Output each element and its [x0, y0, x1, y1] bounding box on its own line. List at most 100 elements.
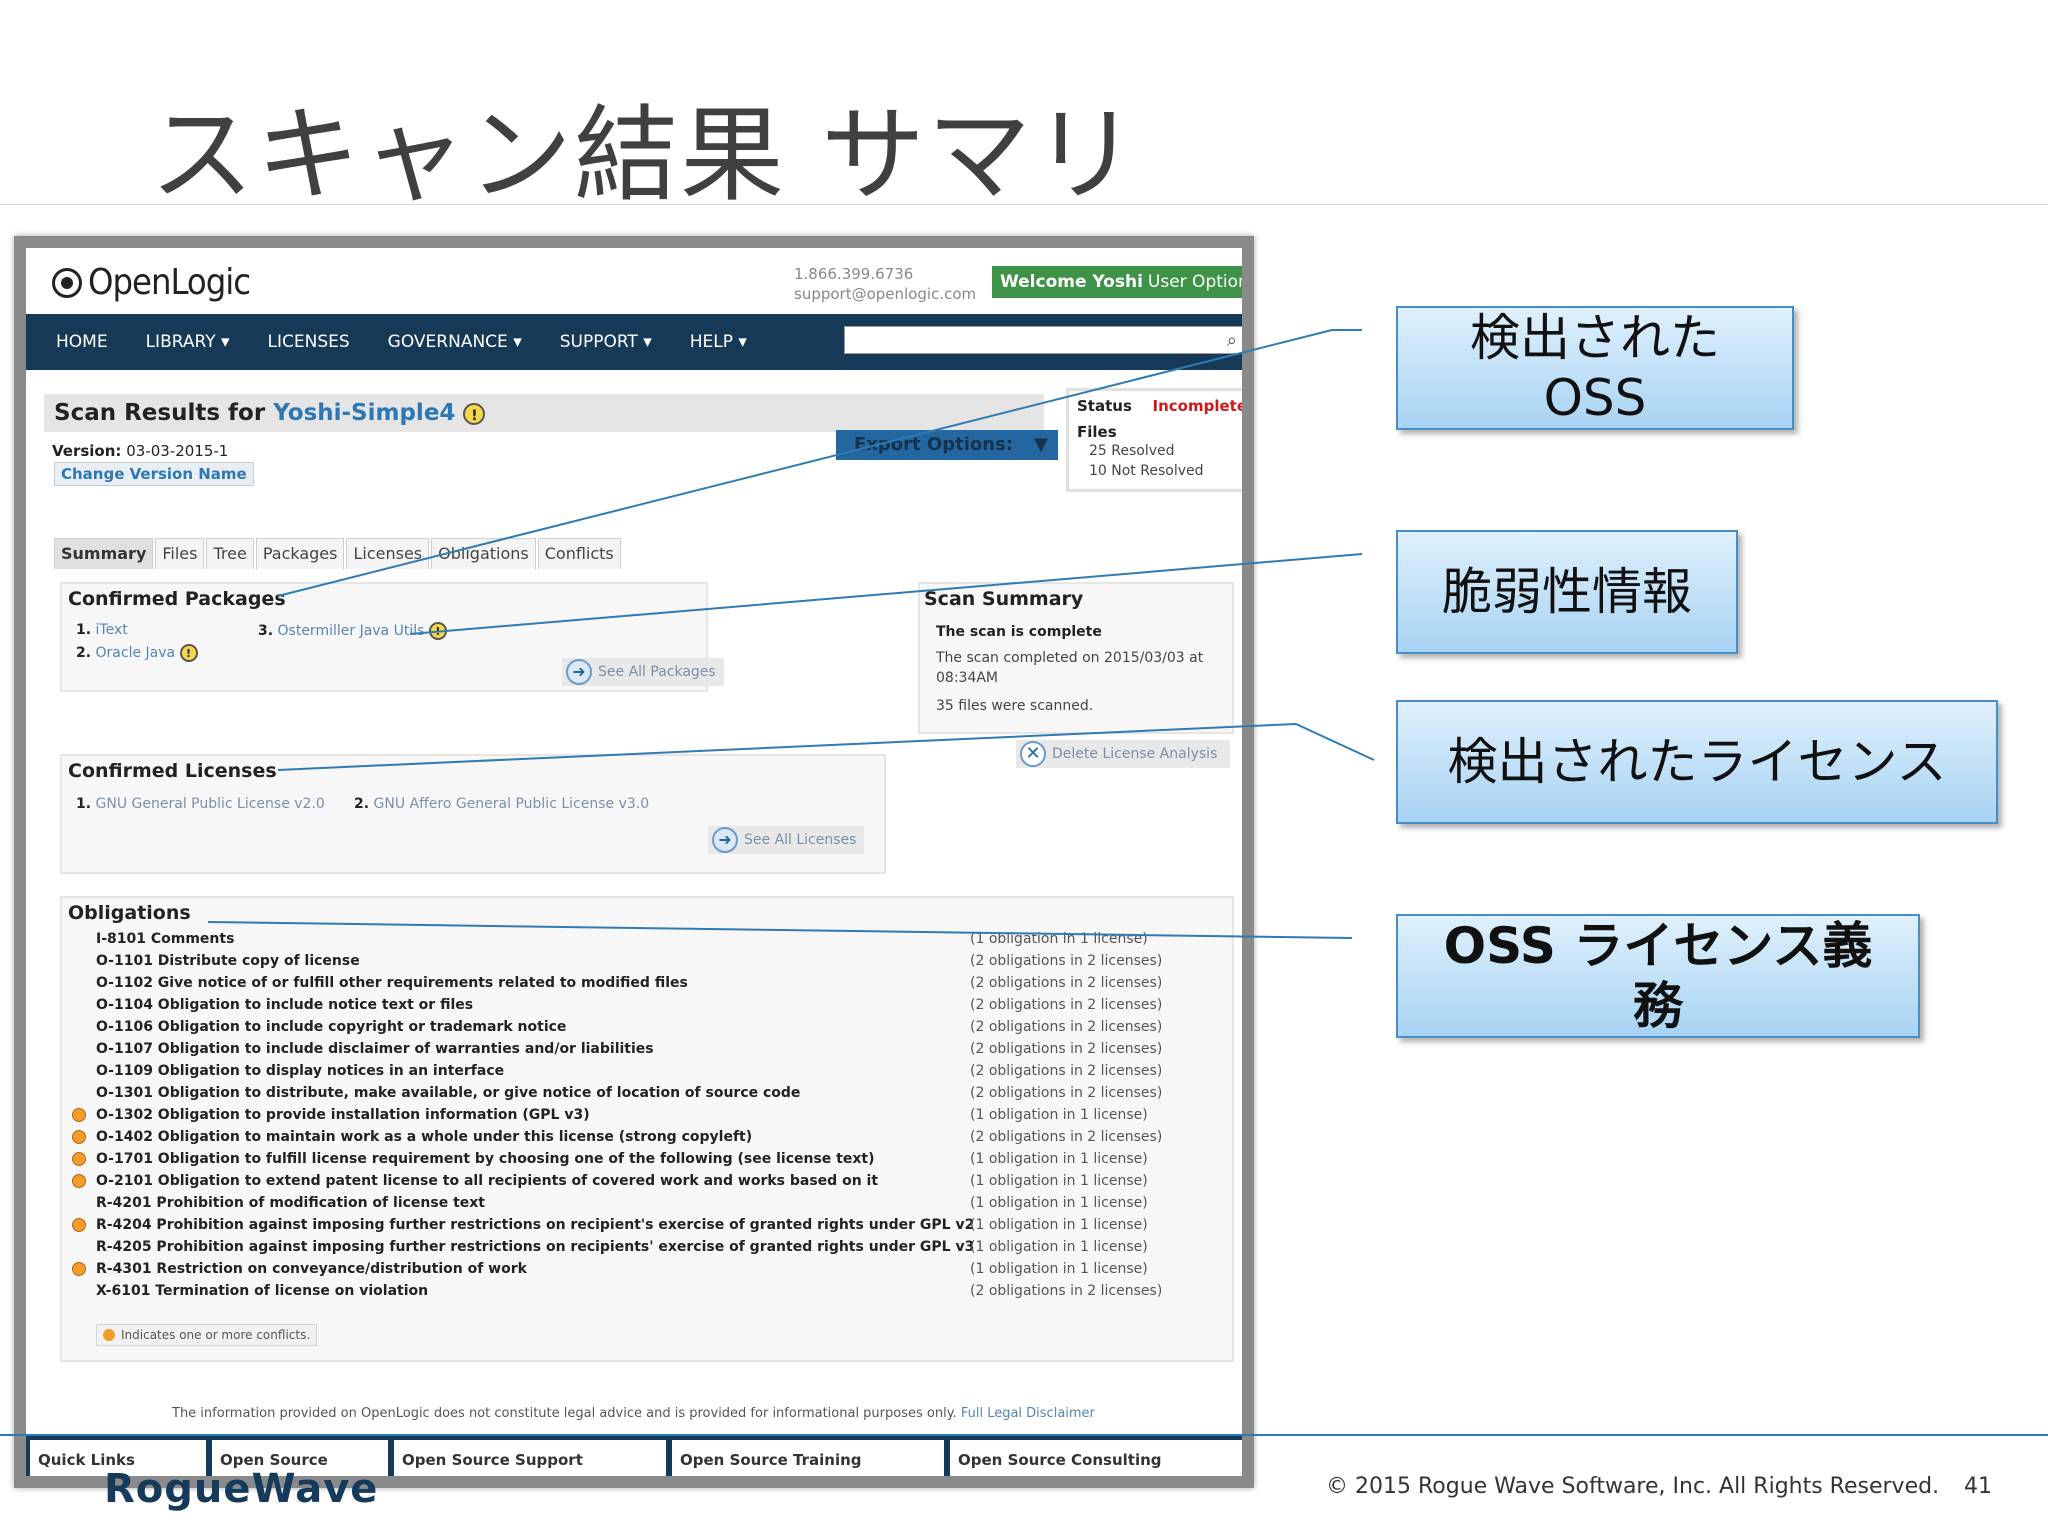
obligation-name[interactable]: O-1301 Obligation to distribute, make av… [96, 1082, 800, 1104]
obligation-row: X-6101 Termination of license on violati… [62, 1280, 1242, 1302]
obligation-count: (1 obligation in 1 license) [970, 1239, 1148, 1255]
footer-tab-open-source-training[interactable]: Open Source Training [672, 1440, 944, 1476]
obligation-row: O-1104 Obligation to include notice text… [62, 994, 1242, 1016]
support-email[interactable]: support@openlogic.com [794, 284, 976, 304]
nav-library[interactable]: LIBRARY ▾ [146, 332, 230, 352]
license-num: 2. [354, 796, 370, 812]
delete-license-analysis-button[interactable]: ✕ Delete License Analysis [1016, 740, 1230, 768]
scan-completed-line1: The scan completed on 2015/03/03 at [936, 650, 1204, 666]
scan-title-prefix: Scan Results for [54, 400, 266, 426]
obligation-count: (1 obligation in 1 license) [970, 1261, 1148, 1277]
obligation-row: O-1107 Obligation to include disclaimer … [62, 1038, 1242, 1060]
export-label: Export Options: [854, 434, 1013, 455]
obligation-name[interactable]: O-1701 Obligation to fulfill license req… [96, 1148, 874, 1170]
tab-files[interactable]: Files [155, 538, 205, 569]
openlogic-logo[interactable]: OpenLogic [52, 262, 251, 303]
tab-obligations[interactable]: Obligations [431, 538, 536, 569]
obligation-name[interactable]: O-1104 Obligation to include notice text… [96, 994, 473, 1016]
scan-completed-line2: 08:34AM [936, 670, 999, 686]
obligation-row: O-1302 Obligation to provide installatio… [62, 1104, 1242, 1126]
footer-tab-open-source-consulting[interactable]: Open Source Consulting [950, 1440, 1242, 1476]
obligation-count: (1 obligation in 1 license) [970, 931, 1148, 947]
title-divider [0, 204, 2048, 205]
obligation-count: (1 obligation in 1 license) [970, 1107, 1148, 1123]
tab-tree[interactable]: Tree [206, 538, 254, 569]
obligation-name[interactable]: O-1109 Obligation to display notices in … [96, 1060, 504, 1082]
obligation-count: (2 obligations in 2 licenses) [970, 975, 1163, 991]
obligation-row: O-1402 Obligation to maintain work as a … [62, 1126, 1242, 1148]
obligation-row: O-1701 Obligation to fulfill license req… [62, 1148, 1242, 1170]
obligation-row: O-2101 Obligation to extend patent licen… [62, 1170, 1242, 1192]
change-version-name-button[interactable]: Change Version Name [54, 462, 254, 486]
nav-licenses[interactable]: LICENSES [268, 332, 350, 352]
obligation-count: (1 obligation in 1 license) [970, 1173, 1148, 1189]
callout-obligations-line2: 務 [1633, 977, 1683, 1035]
obligation-count: (2 obligations in 2 licenses) [970, 1129, 1163, 1145]
files-scanned-text: 35 files were scanned. [936, 698, 1094, 714]
version-info: Version: 03-03-2015-1 [52, 442, 228, 460]
obligation-name[interactable]: O-1106 Obligation to include copyright o… [96, 1016, 566, 1038]
scan-complete-text: The scan is complete [936, 624, 1102, 640]
callout-detected-oss-line1: 検出された [1470, 309, 1720, 367]
phone-number: 1.866.399.6736 [794, 265, 914, 283]
obligation-name[interactable]: R-4201 Prohibition of modification of li… [96, 1192, 485, 1214]
obligation-count: (2 obligations in 2 licenses) [970, 997, 1163, 1013]
package-num: 3. [258, 623, 274, 639]
scan-summary-panel: Scan Summary The scan is complete The sc… [918, 582, 1234, 734]
version-label: Version: [52, 442, 122, 460]
obligation-name[interactable]: O-1107 Obligation to include disclaimer … [96, 1038, 654, 1060]
nav-home[interactable]: HOME [56, 332, 108, 352]
see-all-packages-label: See All Packages [598, 664, 716, 680]
contact-info: 1.866.399.6736 support@openlogic.com [794, 264, 976, 304]
files-not-resolved: 10 Not Resolved [1089, 463, 1204, 479]
license-link-gpl2[interactable]: GNU General Public License v2.0 [96, 796, 325, 812]
package-link-itext[interactable]: iText [96, 622, 128, 638]
tab-summary[interactable]: Summary [54, 538, 154, 569]
obligation-name[interactable]: R-4204 Prohibition against imposing furt… [96, 1214, 974, 1236]
footer-tab-open-source-support[interactable]: Open Source Support [394, 1440, 666, 1476]
export-options-dropdown[interactable]: Export Options: ▼ [836, 430, 1058, 460]
callout-detected-licenses: 検出されたライセンス [1396, 700, 1998, 824]
nav-support[interactable]: SUPPORT ▾ [560, 332, 652, 352]
tab-licenses[interactable]: Licenses [346, 538, 430, 569]
nav-help[interactable]: HELP ▾ [690, 332, 747, 352]
obligation-name[interactable]: O-1402 Obligation to maintain work as a … [96, 1126, 752, 1148]
obligation-row: R-4204 Prohibition against imposing furt… [62, 1214, 1242, 1236]
conflict-icon [72, 1218, 86, 1232]
obligation-name[interactable]: O-1101 Distribute copy of license [96, 950, 360, 972]
obligation-row: R-4205 Prohibition against imposing furt… [62, 1236, 1242, 1258]
package-link-oracle-java[interactable]: Oracle Java [96, 645, 176, 661]
obligation-count: (2 obligations in 2 licenses) [970, 1063, 1163, 1079]
obligations-heading: Obligations [68, 902, 191, 924]
search-input[interactable]: ⌕ [844, 326, 1242, 354]
obligation-row: O-1106 Obligation to include copyright o… [62, 1016, 1242, 1038]
full-legal-disclaimer-link[interactable]: Full Legal Disclaimer [961, 1406, 1095, 1421]
see-all-packages-button[interactable]: ➜ See All Packages [562, 658, 724, 686]
scan-title: Scan Results for Yoshi-Simple4 ! [54, 400, 486, 426]
see-all-licenses-button[interactable]: ➜ See All Licenses [708, 826, 865, 854]
user-options-link[interactable]: User Options [1148, 272, 1242, 292]
obligation-name[interactable]: R-4205 Prohibition against imposing furt… [96, 1236, 974, 1258]
search-icon[interactable]: ⌕ [1227, 330, 1237, 351]
obligation-count: (2 obligations in 2 licenses) [970, 1283, 1163, 1299]
package-item: 1. iText [76, 622, 128, 638]
close-icon: ✕ [1020, 741, 1046, 767]
obligation-name[interactable]: O-1102 Give notice of or fulfill other r… [96, 972, 688, 994]
package-item: 3. Ostermiller Java Utils ! [258, 622, 447, 640]
nav-governance[interactable]: GOVERNANCE ▾ [388, 332, 522, 352]
obligation-row: O-1109 Obligation to display notices in … [62, 1060, 1242, 1082]
obligation-name[interactable]: O-2101 Obligation to extend patent licen… [96, 1170, 878, 1192]
tab-packages[interactable]: Packages [255, 538, 345, 569]
license-num: 1. [76, 796, 92, 812]
callout-detected-oss-line2: OSS [1543, 369, 1647, 427]
package-link-ostermiller[interactable]: Ostermiller Java Utils [278, 623, 425, 639]
tab-conflicts[interactable]: Conflicts [537, 538, 621, 569]
license-link-agpl3[interactable]: GNU Affero General Public License v3.0 [374, 796, 650, 812]
obligation-count: (1 obligation in 1 license) [970, 1195, 1148, 1211]
obligation-name[interactable]: O-1302 Obligation to provide installatio… [96, 1104, 590, 1126]
obligation-name[interactable]: I-8101 Comments [96, 928, 234, 950]
callout-obligations-line1: OSS ライセンス義 [1443, 917, 1873, 975]
project-name[interactable]: Yoshi-Simple4 [273, 400, 455, 426]
obligation-name[interactable]: R-4301 Restriction on conveyance/distrib… [96, 1258, 527, 1280]
obligation-name[interactable]: X-6101 Termination of license on violati… [96, 1280, 428, 1302]
